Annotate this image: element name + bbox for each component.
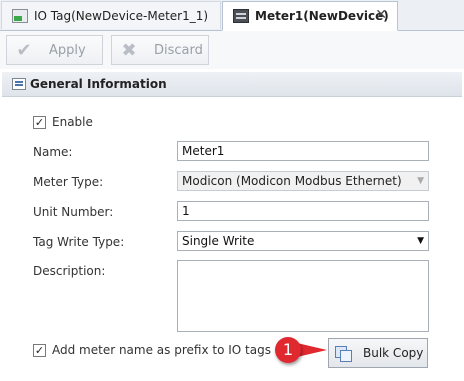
enable-label: Enable — [52, 115, 93, 129]
tab-io-tag-label: IO Tag(NewDevice-Meter1_1) — [34, 8, 209, 23]
meter-type-dropdown[interactable]: Modicon (Modicon Modbus Ethernet) ▼ — [177, 171, 429, 191]
tab-io-tag[interactable]: IO Tag(NewDevice-Meter1_1) — [1, 1, 221, 29]
tag-write-type-label: Tag Write Type: — [33, 235, 125, 249]
tab-meter1[interactable]: Meter1(NewDevice) ✕ — [222, 1, 398, 31]
prefix-label: Add meter name as prefix to IO tags — [52, 343, 271, 357]
checkmark-icon: ✔ — [16, 39, 32, 61]
discard-label: Discard — [154, 42, 203, 58]
apply-label: Apply — [49, 42, 86, 58]
tag-write-type-value: Single Write — [182, 234, 255, 248]
tab-strip: IO Tag(NewDevice-Meter1_1) Meter1(NewDev… — [0, 0, 464, 31]
description-field[interactable] — [177, 260, 429, 332]
name-label: Name: — [33, 145, 73, 159]
meter-type-label: Meter Type: — [33, 175, 104, 189]
tab-meter1-label: Meter1(NewDevice) — [255, 9, 389, 23]
name-field[interactable]: Meter1 — [177, 141, 429, 161]
prefix-checkbox[interactable]: ✓ — [33, 344, 46, 357]
info-panel-icon — [12, 78, 26, 90]
general-information-header: General Information — [2, 72, 462, 97]
panel-title: General Information — [30, 77, 167, 91]
close-icon[interactable]: ✕ — [375, 8, 387, 22]
callout-arrow — [297, 343, 327, 357]
io-tag-icon — [12, 8, 28, 23]
unit-number-label: Unit Number: — [33, 205, 114, 219]
toolbar: ✔ Apply ✖ Discard — [0, 31, 464, 69]
meter-type-value: Modicon (Modicon Modbus Ethernet) — [182, 174, 402, 188]
x-icon: ✖ — [121, 39, 137, 61]
tag-write-type-dropdown[interactable]: Single Write ▼ — [177, 231, 429, 251]
unit-number-field[interactable]: 1 — [177, 201, 429, 221]
device-icon — [233, 9, 249, 23]
apply-button[interactable]: ✔ Apply — [6, 35, 103, 65]
chevron-down-icon: ▼ — [417, 176, 424, 186]
description-label: Description: — [33, 264, 106, 278]
discard-button[interactable]: ✖ Discard — [111, 35, 209, 65]
enable-checkbox[interactable]: ✓ — [33, 116, 46, 129]
bulk-copy-label: Bulk Copy — [363, 346, 424, 360]
callout-badge: 1 — [275, 337, 301, 363]
copy-icon — [335, 346, 352, 362]
bulk-copy-button[interactable]: Bulk Copy — [328, 338, 428, 368]
chevron-down-icon: ▼ — [417, 236, 424, 246]
